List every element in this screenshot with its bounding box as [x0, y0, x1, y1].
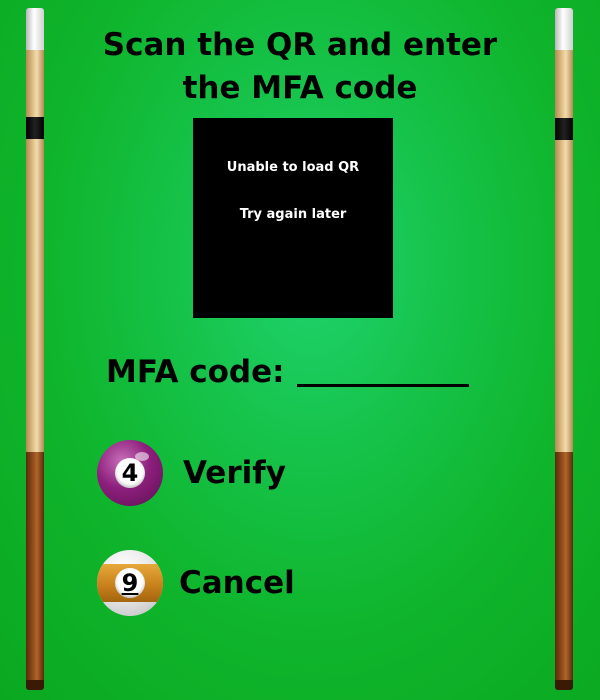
cue-butt [555, 452, 573, 690]
verify-label[interactable]: Verify [183, 455, 286, 491]
cancel-button[interactable]: 9 Cancel [97, 550, 295, 616]
page-title-line-1: Scan the QR and enter [102, 27, 498, 63]
pool-ball-4-icon[interactable]: 4 [97, 440, 163, 506]
cue-ring [26, 117, 44, 139]
cue-shaft [26, 50, 44, 452]
left-cue-stick-icon [26, 8, 44, 690]
mfa-code-input[interactable] [296, 350, 469, 387]
qr-retry-message: Try again later [239, 207, 347, 222]
verify-button[interactable]: 4 Verify [97, 440, 286, 506]
cue-butt [26, 452, 44, 690]
cancel-label[interactable]: Cancel [179, 565, 295, 601]
cue-shaft [555, 50, 573, 452]
qr-code-box: Unable to load QR Try again later [193, 118, 393, 318]
mfa-code-label: MFA code: [106, 354, 285, 390]
ball-number: 9 [121, 569, 139, 597]
right-cue-stick-icon [555, 8, 573, 690]
cue-ring [555, 118, 573, 140]
ball-number: 4 [121, 459, 139, 487]
mfa-code-row: MFA code: [106, 346, 469, 394]
qr-error-message: Unable to load QR [226, 160, 360, 175]
page-title-line-2: the MFA code [182, 70, 418, 106]
pool-ball-9-icon[interactable]: 9 [97, 550, 163, 616]
page-title: Scan the QR and enter the MFA code [0, 24, 600, 110]
ball-highlight [135, 452, 149, 461]
